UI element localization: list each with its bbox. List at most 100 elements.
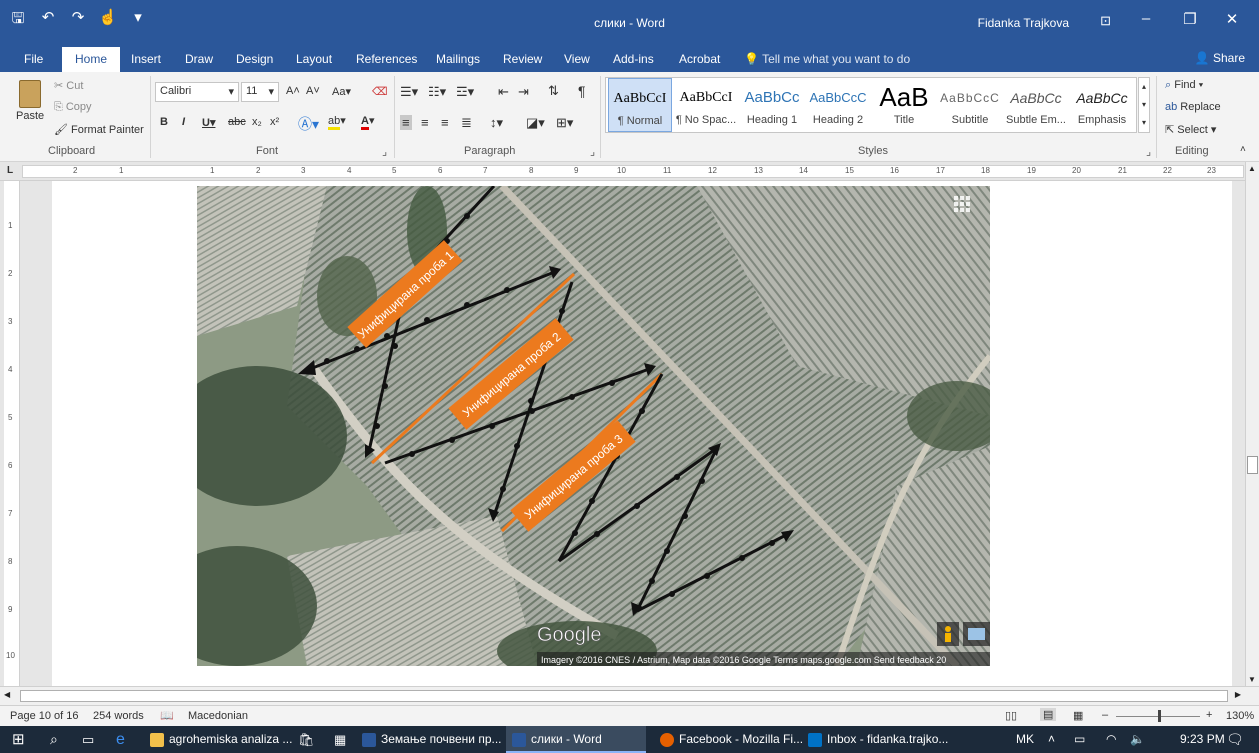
- notifications-icon[interactable]: 🗨: [1226, 726, 1244, 753]
- shrink-font-icon[interactable]: A˅: [306, 85, 320, 97]
- proofing-icon[interactable]: 📖: [160, 709, 174, 722]
- print-layout-icon[interactable]: ▤: [1040, 708, 1057, 721]
- italic-icon[interactable]: I: [182, 116, 185, 128]
- chevron-up-icon[interactable]: ˄: [1048, 726, 1055, 753]
- page-count[interactable]: Page 10 of 16: [10, 710, 79, 722]
- zoom-slider-thumb[interactable]: [1158, 710, 1161, 722]
- justify-icon[interactable]: ≣: [461, 115, 472, 131]
- tab-review[interactable]: Review: [503, 52, 542, 66]
- scroll-right-icon[interactable]: ▶: [1235, 690, 1241, 699]
- store-icon[interactable]: 🛍: [298, 726, 315, 753]
- increase-indent-icon[interactable]: ⇥: [518, 84, 529, 100]
- tab-layout[interactable]: Layout: [296, 52, 332, 66]
- line-spacing-icon[interactable]: ↕▾: [490, 115, 503, 131]
- horizontal-scrollbar[interactable]: ◀ ▶: [0, 686, 1259, 705]
- style-subtle-emphasis[interactable]: AaBbCc Subtle Em...: [1004, 78, 1068, 132]
- document-page[interactable]: Унифицирана проба 1 Унифицирана проба 2 …: [52, 181, 1232, 686]
- copy-button[interactable]: ⎘ Copy: [54, 101, 92, 114]
- sort-icon[interactable]: ⇅: [548, 83, 559, 99]
- bullets-icon[interactable]: ☰▾: [400, 84, 418, 100]
- styles-scroll-icon[interactable]: ▴ ▾ ▾: [1138, 77, 1150, 133]
- clear-formatting-icon[interactable]: ⌫: [372, 85, 388, 98]
- restore-icon[interactable]: ❐: [1175, 10, 1205, 28]
- taskbar-item-word-1[interactable]: Земање почвени пр...: [362, 726, 502, 753]
- style-no-spacing[interactable]: AaBbCcI ¶ No Spac...: [674, 78, 738, 132]
- vertical-scrollbar[interactable]: ▲ ▼: [1245, 162, 1259, 686]
- highlight-icon[interactable]: ab▾: [328, 114, 346, 130]
- cut-button[interactable]: ✂ Cut: [54, 79, 83, 92]
- tab-home[interactable]: Home: [62, 47, 121, 72]
- zoom-out-icon[interactable]: –: [1102, 709, 1108, 721]
- text-effects-icon[interactable]: Ⓐ▾: [298, 114, 319, 134]
- language[interactable]: Macedonian: [188, 710, 248, 722]
- taskbar-item-firefox[interactable]: Facebook - Mozilla Fi...: [660, 726, 803, 753]
- align-center-icon[interactable]: ≡: [421, 115, 429, 130]
- tab-acrobat[interactable]: Acrobat: [679, 52, 720, 66]
- font-color-icon[interactable]: A▾: [361, 114, 374, 130]
- paste-button[interactable]: Paste: [16, 80, 44, 122]
- align-left-icon[interactable]: ≡: [400, 115, 412, 130]
- tab-insert[interactable]: Insert: [131, 52, 161, 66]
- read-mode-icon[interactable]: ▯▯: [1005, 709, 1017, 722]
- tab-draw[interactable]: Draw: [185, 52, 213, 66]
- multilevel-list-icon[interactable]: ☲▾: [456, 84, 474, 100]
- dialog-launcher-icon[interactable]: ⌟: [382, 145, 387, 158]
- style-normal[interactable]: AaBbCcI ¶ Normal: [608, 78, 672, 132]
- close-icon[interactable]: ✕: [1217, 10, 1247, 28]
- volume-icon[interactable]: 🔈: [1130, 726, 1145, 753]
- web-layout-icon[interactable]: ▦: [1073, 709, 1083, 722]
- grow-font-icon[interactable]: A˄: [286, 85, 300, 97]
- scroll-thumb[interactable]: [1247, 456, 1258, 474]
- tab-design[interactable]: Design: [236, 52, 273, 66]
- tab-references[interactable]: References: [356, 52, 417, 66]
- font-name-box[interactable]: Calibri ▾: [155, 82, 239, 102]
- decrease-indent-icon[interactable]: ⇤: [498, 84, 509, 100]
- tab-selector-icon[interactable]: L: [7, 165, 13, 176]
- tab-add-ins[interactable]: Add-ins: [613, 52, 654, 66]
- select-button[interactable]: ⇱ Select ▾: [1165, 123, 1216, 136]
- search-icon[interactable]: ⌕: [50, 726, 58, 753]
- windows-start-icon[interactable]: ⊞: [12, 726, 25, 753]
- find-button[interactable]: ⌕ Find ▾: [1165, 79, 1203, 92]
- task-view-icon[interactable]: ▭: [82, 726, 94, 753]
- ribbon-display-options-icon[interactable]: ⊡: [1100, 13, 1111, 29]
- tab-mailings[interactable]: Mailings: [436, 52, 480, 66]
- style-heading-2[interactable]: AaBbCcC Heading 2: [806, 78, 870, 132]
- format-painter-button[interactable]: 🖌 Format Painter: [54, 123, 144, 136]
- style-emphasis[interactable]: AaBbCc Emphasis: [1070, 78, 1134, 132]
- superscript-icon[interactable]: x²: [270, 116, 279, 128]
- style-heading-1[interactable]: AaBbCc Heading 1: [740, 78, 804, 132]
- underline-icon[interactable]: U▾: [202, 116, 215, 129]
- bold-icon[interactable]: B: [160, 116, 168, 128]
- scroll-thumb[interactable]: [20, 690, 1228, 702]
- clock[interactable]: 9:23 PM: [1180, 726, 1225, 753]
- taskbar-item-outlook[interactable]: Inbox - fidanka.trajko...: [808, 726, 948, 753]
- minimize-icon[interactable]: –: [1131, 10, 1161, 27]
- show-marks-icon[interactable]: ¶: [578, 83, 586, 99]
- word-count[interactable]: 254 words: [93, 710, 144, 722]
- battery-icon[interactable]: ▭: [1074, 726, 1085, 753]
- collapse-ribbon-icon[interactable]: ˄: [1240, 144, 1246, 155]
- strikethrough-icon[interactable]: abc: [228, 116, 246, 128]
- subscript-icon[interactable]: x₂: [252, 116, 262, 128]
- tab-file[interactable]: File: [24, 52, 43, 66]
- style-subtitle[interactable]: AaBbCcC Subtitle: [938, 78, 1002, 132]
- scroll-down-icon[interactable]: ▼: [1248, 675, 1256, 684]
- font-size-box[interactable]: 11 ▾: [241, 82, 279, 102]
- taskbar-item-folder[interactable]: agrohemiska analiza ...: [150, 726, 292, 753]
- wifi-icon[interactable]: ◠: [1106, 726, 1116, 753]
- tab-view[interactable]: View: [564, 52, 590, 66]
- dialog-launcher-icon[interactable]: ⌟: [590, 145, 595, 158]
- shading-icon[interactable]: ◪▾: [526, 115, 545, 131]
- edge-icon[interactable]: e: [116, 726, 125, 753]
- share-button[interactable]: 👤 Share: [1195, 51, 1245, 65]
- calculator-icon[interactable]: ▦: [334, 726, 346, 753]
- style-title[interactable]: AaB Title: [872, 78, 936, 132]
- aerial-map-image[interactable]: Унифицирана проба 1 Унифицирана проба 2 …: [197, 186, 990, 666]
- scroll-up-icon[interactable]: ▲: [1248, 164, 1256, 173]
- zoom-in-icon[interactable]: +: [1206, 709, 1212, 721]
- zoom-level[interactable]: 130%: [1226, 710, 1254, 722]
- user-name[interactable]: Fidanka Trajkova: [978, 16, 1069, 30]
- align-right-icon[interactable]: ≡: [441, 115, 449, 130]
- scroll-left-icon[interactable]: ◀: [4, 690, 10, 699]
